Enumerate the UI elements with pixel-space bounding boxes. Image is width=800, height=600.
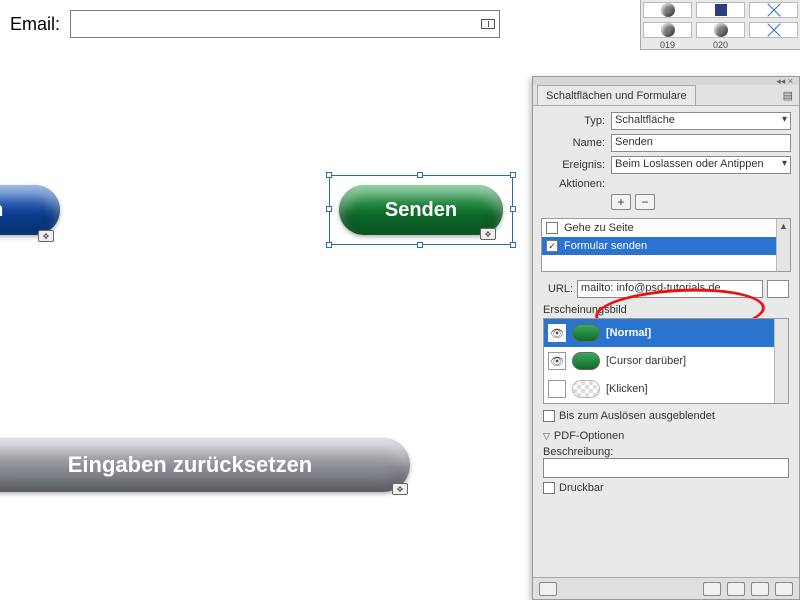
actions-label: Aktionen: (541, 178, 605, 190)
scroll-up-icon[interactable]: ▲ (777, 219, 790, 232)
collapse-glyphs: ◂◂ × (776, 76, 793, 87)
footer-icon[interactable] (703, 582, 721, 596)
panel-collapse-bar[interactable]: ◂◂ × (533, 77, 799, 85)
trash-icon[interactable] (775, 582, 793, 596)
state-row[interactable]: 👁 [Normal] (544, 319, 788, 347)
reset-button[interactable]: Eingaben zurücksetzen (0, 438, 410, 492)
state-name: [Klicken] (606, 383, 648, 395)
state-name: [Cursor darüber] (606, 355, 686, 367)
checkbox[interactable] (546, 222, 558, 234)
panel-tab[interactable]: Schaltflächen und Formulare (537, 85, 696, 105)
selection-frame[interactable] (329, 175, 513, 245)
action-item-label: Formular senden (564, 240, 647, 252)
footer-icon[interactable] (751, 582, 769, 596)
resize-handle[interactable] (417, 242, 423, 248)
panel-footer (533, 577, 799, 599)
swatch-cell[interactable] (643, 22, 692, 38)
pdf-options-disclosure[interactable]: ▽ PDF-Optionen (543, 430, 789, 442)
action-item-label: Gehe zu Seite (564, 222, 634, 234)
reset-button-label: Eingaben zurücksetzen (68, 452, 313, 478)
footer-icon[interactable] (727, 582, 745, 596)
url-trailing-box[interactable] (767, 280, 789, 298)
scrollbar[interactable] (774, 319, 788, 403)
swatch-cell[interactable] (696, 22, 745, 38)
scrollbar[interactable]: ▲ (776, 219, 790, 271)
swatch-cell[interactable] (643, 2, 692, 18)
swatch-cell[interactable] (749, 22, 798, 38)
resize-handle[interactable] (510, 242, 516, 248)
event-select[interactable]: Beim Loslassen oder Antippen (611, 156, 791, 174)
pdf-options-label: PDF-Optionen (554, 430, 624, 442)
email-field[interactable] (70, 10, 500, 38)
resize-handle[interactable] (510, 172, 516, 178)
state-row[interactable]: 👁 [Cursor darüber] (544, 347, 788, 375)
hidden-until-trigger-label: Bis zum Auslösen ausgeblendet (559, 410, 715, 422)
action-item[interactable]: Gehe zu Seite (542, 219, 790, 237)
state-thumb (572, 324, 600, 342)
resize-handle[interactable] (326, 242, 332, 248)
state-thumb (572, 380, 600, 398)
visibility-toggle[interactable]: 👁 (548, 324, 566, 342)
type-label: Typ: (541, 115, 605, 127)
type-select[interactable]: Schaltfläche (611, 112, 791, 130)
remove-action-button[interactable]: − (635, 194, 655, 210)
visibility-toggle[interactable]: 👁 (548, 352, 566, 370)
description-input[interactable] (543, 458, 789, 478)
swatch-cell[interactable] (696, 2, 745, 18)
name-label: Name: (541, 137, 605, 149)
blue-button[interactable]: en (0, 185, 60, 235)
printable-label: Druckbar (559, 482, 604, 494)
checkbox[interactable]: ✓ (546, 240, 558, 252)
resize-handle[interactable] (326, 172, 332, 178)
swatch-palette: 019 020 (640, 0, 800, 50)
resize-handle[interactable] (417, 172, 423, 178)
state-list[interactable]: 👁 [Normal] 👁 [Cursor darüber] [Klicken] (543, 318, 789, 404)
panel-flyout-menu[interactable]: ▤ (783, 89, 793, 102)
appearance-label: Erscheinungsbild (543, 304, 789, 316)
resize-handle[interactable] (510, 206, 516, 212)
name-input[interactable]: Senden (611, 134, 791, 152)
trigger-icon: ✥ (38, 230, 54, 242)
trigger-icon: ✥ (392, 483, 408, 495)
state-thumb (572, 352, 600, 370)
state-name: [Normal] (606, 327, 651, 339)
url-input[interactable]: mailto: info@psd-tutorials.de (577, 280, 763, 298)
url-label: URL: (543, 283, 573, 295)
swatch-cell[interactable] (749, 2, 798, 18)
resize-handle[interactable] (326, 206, 332, 212)
preview-icon[interactable] (539, 582, 557, 596)
state-row[interactable]: [Klicken] (544, 375, 788, 403)
description-label: Beschreibung: (543, 446, 613, 458)
field-widget-icon (481, 19, 495, 29)
blue-button-label: en (0, 199, 3, 222)
disclosure-triangle-icon: ▽ (543, 431, 550, 442)
action-list[interactable]: Gehe zu Seite ✓ Formular senden ▲ (541, 218, 791, 272)
printable-checkbox[interactable] (543, 482, 555, 494)
visibility-toggle[interactable] (548, 380, 566, 398)
swatch-label: 019 (641, 40, 694, 50)
event-label: Ereignis: (541, 159, 605, 171)
add-action-button[interactable]: + (611, 194, 631, 210)
buttons-forms-panel: ◂◂ × Schaltflächen und Formulare ▤ Typ: … (532, 76, 800, 600)
email-label: Email: (10, 14, 60, 35)
action-item[interactable]: ✓ Formular senden (542, 237, 790, 255)
hidden-until-trigger-checkbox[interactable] (543, 410, 555, 422)
swatch-label: 020 (694, 40, 747, 50)
